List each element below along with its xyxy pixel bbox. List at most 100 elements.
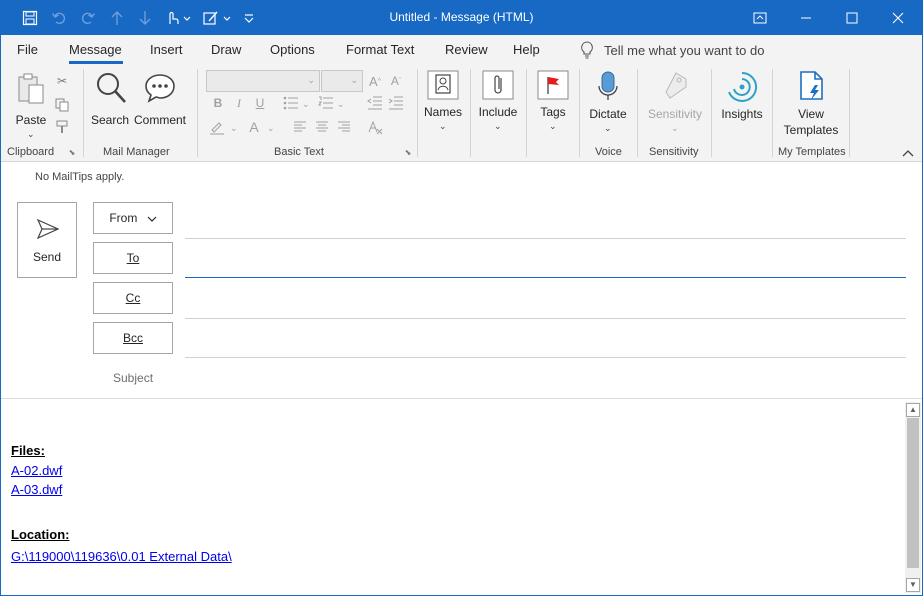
increase-indent-icon[interactable] (388, 95, 404, 111)
basic-text-launcher-icon[interactable]: ⬊ (403, 147, 413, 157)
insights-button[interactable]: Insights (716, 69, 768, 129)
ribbon-separator (83, 69, 84, 157)
font-name-dropdown[interactable]: ⌄ (206, 70, 320, 92)
align-right-icon[interactable] (336, 119, 352, 135)
ribbon-separator (526, 69, 527, 157)
chevron-down-icon[interactable]: ⌄ (267, 123, 275, 134)
group-mail-manager-label: Mail Manager (103, 146, 170, 158)
paste-button[interactable]: Paste ⌄ (12, 71, 50, 141)
send-button[interactable]: Send (17, 202, 77, 278)
tab-draw[interactable]: Draw (211, 42, 241, 57)
message-body[interactable]: Files: A-02.dwf A-03.dwf Location: G:\11… (11, 443, 232, 564)
scroll-thumb[interactable] (907, 418, 919, 568)
comment-button[interactable]: Comment (131, 71, 189, 131)
search-button[interactable]: Search (89, 71, 131, 131)
scroll-down-icon[interactable]: ▼ (906, 578, 920, 592)
to-button[interactable]: To (93, 242, 173, 274)
insights-label: Insights (721, 107, 763, 121)
chevron-down-icon: ⌄ (439, 121, 447, 131)
microphone-icon (598, 71, 618, 100)
group-my-templates-label: My Templates (778, 146, 846, 158)
paste-dropdown-icon: ⌄ (27, 129, 35, 139)
shrink-font-icon[interactable]: Aˇ (388, 73, 404, 89)
tab-insert[interactable]: Insert (150, 42, 183, 57)
tab-format-text[interactable]: Format Text (346, 42, 414, 57)
window-border (0, 35, 1, 596)
sensitivity-icon (665, 72, 687, 99)
file-link-1[interactable]: A-02.dwf (11, 463, 232, 482)
ribbon-display-options-icon[interactable] (737, 0, 783, 35)
ribbon-separator (417, 69, 418, 157)
tab-file[interactable]: File (17, 42, 38, 57)
bullets-icon[interactable] (283, 95, 299, 111)
templates-icon (800, 71, 823, 100)
decrease-indent-icon[interactable] (367, 95, 383, 111)
tab-review[interactable]: Review (445, 42, 488, 57)
from-button[interactable]: From (93, 202, 173, 234)
file-link-2[interactable]: A-03.dwf (11, 482, 232, 501)
align-left-icon[interactable] (292, 119, 308, 135)
copy-icon[interactable] (54, 97, 70, 113)
view-templates-button[interactable]: View Templates (776, 69, 846, 141)
cc-field[interactable] (185, 318, 906, 319)
dictate-button[interactable]: Dictate ⌄ (585, 69, 631, 139)
format-painter-icon[interactable] (54, 119, 70, 135)
tags-button[interactable]: Tags ⌄ (532, 69, 574, 139)
font-color-icon[interactable]: A (246, 119, 262, 135)
send-icon (37, 219, 59, 239)
grow-font-icon[interactable]: A ^ (367, 73, 383, 89)
from-field[interactable] (185, 238, 906, 239)
ribbon-separator (470, 69, 471, 157)
tab-message[interactable]: Message (69, 42, 122, 57)
font-size-dropdown[interactable]: ⌄ (321, 70, 363, 92)
tab-options[interactable]: Options (270, 42, 315, 57)
ribbon: Paste ⌄ ✂ Clipboard ⬊ Search Comment Mai… (0, 65, 923, 162)
to-field[interactable] (185, 277, 906, 278)
chevron-down-icon[interactable]: ⌄ (230, 123, 238, 134)
subject-field[interactable] (185, 364, 906, 390)
tab-help[interactable]: Help (513, 42, 540, 57)
clipboard-launcher-icon[interactable]: ⬊ (67, 147, 77, 157)
highlight-icon[interactable] (209, 119, 225, 135)
to-label: To (126, 251, 140, 265)
chevron-down-icon[interactable]: ⌄ (302, 99, 310, 110)
location-link[interactable]: G:\119000\119636\0.01 External Data\ (11, 549, 232, 564)
comment-label: Comment (133, 113, 186, 127)
bold-icon[interactable]: B (210, 95, 226, 111)
cc-button[interactable]: Cc (93, 282, 173, 314)
maximize-icon[interactable] (829, 0, 875, 35)
group-basic-text-label: Basic Text (274, 146, 324, 158)
align-center-icon[interactable] (314, 119, 330, 135)
ribbon-separator (637, 69, 638, 157)
names-button[interactable]: Names ⌄ (421, 69, 465, 139)
italic-icon[interactable]: I (231, 95, 247, 111)
paste-icon (18, 73, 44, 104)
search-label: Search (90, 113, 130, 127)
cut-icon[interactable]: ✂ (54, 73, 70, 89)
underline-icon[interactable]: U (252, 95, 268, 111)
include-button[interactable]: Include ⌄ (474, 69, 522, 139)
tell-me-search[interactable]: Tell me what you want to do (580, 41, 764, 59)
scroll-up-icon[interactable]: ▲ (906, 403, 920, 417)
ribbon-separator (579, 69, 580, 157)
numbering-icon[interactable] (318, 95, 334, 111)
send-label: Send (32, 250, 62, 264)
sensitivity-button[interactable]: Sensitivity ⌄ (643, 69, 707, 139)
dictate-label: Dictate (589, 107, 627, 121)
cc-label: Cc (125, 291, 141, 305)
chevron-down-icon[interactable]: ⌄ (337, 99, 345, 110)
files-heading: Files: (11, 443, 45, 458)
clear-formatting-icon[interactable] (367, 119, 383, 135)
bcc-field[interactable] (185, 357, 906, 358)
group-sensitivity-label: Sensitivity (649, 146, 699, 158)
close-icon[interactable] (875, 0, 921, 35)
address-book-icon (427, 70, 459, 100)
view-templates-label-line1: View (798, 107, 824, 121)
bcc-button[interactable]: Bcc (93, 322, 173, 354)
body-scrollbar[interactable]: ▲ ▼ (905, 402, 921, 593)
bcc-label: Bcc (122, 331, 143, 345)
view-templates-label-line2: Templates (783, 123, 839, 137)
minimize-icon[interactable] (783, 0, 829, 35)
collapse-ribbon-icon[interactable] (901, 147, 915, 159)
